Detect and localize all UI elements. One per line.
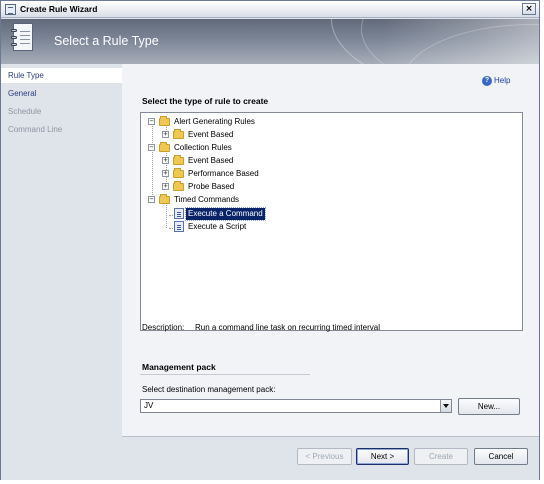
management-pack-select[interactable]: JV	[140, 399, 452, 413]
tree-connector	[152, 123, 153, 201]
rule-type-tree[interactable]: − Alert Generating Rules + Event Based −…	[140, 112, 523, 331]
command-icon	[174, 208, 184, 219]
help-icon[interactable]: ?	[482, 76, 492, 86]
folder-icon	[159, 116, 170, 126]
description-text: Run a command line task on recurring tim…	[195, 323, 380, 332]
expand-icon[interactable]: +	[162, 183, 169, 190]
collapse-icon[interactable]: −	[148, 118, 155, 125]
create-rule-wizard-window: Create Rule Wizard × Select a Rule Type …	[0, 0, 540, 480]
page-title: Select a Rule Type	[54, 34, 159, 48]
expand-icon[interactable]: +	[162, 131, 169, 138]
previous-button[interactable]: < Previous	[297, 448, 352, 465]
management-pack-selected-value: JV	[144, 401, 154, 410]
wizard-footer: < Previous Next > Create Cancel	[122, 436, 539, 480]
section-divider	[140, 374, 310, 375]
folder-icon	[173, 129, 184, 139]
help-link[interactable]: Help	[494, 76, 510, 85]
folder-icon	[159, 194, 170, 204]
wizard-app-icon	[5, 4, 16, 15]
tree-item-label: Execute a Script	[188, 222, 247, 231]
expand-icon[interactable]: +	[162, 157, 169, 164]
step-rule-type[interactable]: Rule Type	[1, 68, 122, 83]
folder-icon	[159, 142, 170, 152]
tree-item-label: Probe Based	[188, 182, 235, 191]
tree-item-label: Timed Commands	[174, 195, 240, 204]
tree-connector	[166, 202, 167, 228]
cancel-button[interactable]: Cancel	[474, 448, 528, 465]
folder-icon	[173, 155, 184, 165]
tree-connector	[166, 149, 167, 186]
description-label: Description:	[142, 323, 185, 332]
command-icon	[174, 221, 184, 232]
next-button[interactable]: Next >	[356, 448, 409, 465]
chevron-down-icon[interactable]	[440, 400, 451, 412]
new-management-pack-button[interactable]: New...	[458, 398, 520, 415]
wizard-content-panel: ? Help Select the type of rule to create…	[122, 64, 539, 436]
title-bar: Create Rule Wizard ×	[1, 1, 539, 18]
step-general[interactable]: General	[1, 86, 122, 101]
tree-item-label: Event Based	[188, 156, 234, 165]
create-button[interactable]: Create	[414, 448, 468, 465]
folder-icon	[173, 181, 184, 191]
wizard-header-banner: Select a Rule Type	[1, 19, 539, 64]
rule-type-heading: Select the type of rule to create	[142, 96, 269, 106]
collapse-icon[interactable]: −	[148, 196, 155, 203]
tree-item-label: Execute a Command	[185, 207, 266, 221]
tree-item-label: Alert Generating Rules	[174, 117, 255, 126]
notebook-icon	[11, 23, 33, 51]
management-pack-heading: Management pack	[142, 362, 216, 372]
step-schedule: Schedule	[8, 107, 42, 116]
close-button[interactable]: ×	[522, 3, 536, 15]
step-command-line: Command Line	[8, 125, 63, 134]
collapse-icon[interactable]: −	[148, 144, 155, 151]
destination-pack-label: Select destination management pack:	[142, 385, 276, 394]
expand-icon[interactable]: +	[162, 170, 169, 177]
tree-item-label: Collection Rules	[174, 143, 232, 152]
tree-item-label: Event Based	[188, 130, 234, 139]
tree-item-label: Performance Based	[188, 169, 259, 178]
folder-icon	[173, 168, 184, 178]
window-title: Create Rule Wizard	[20, 4, 98, 14]
wizard-steps-sidebar: Rule Type General Schedule Command Line	[1, 64, 122, 480]
